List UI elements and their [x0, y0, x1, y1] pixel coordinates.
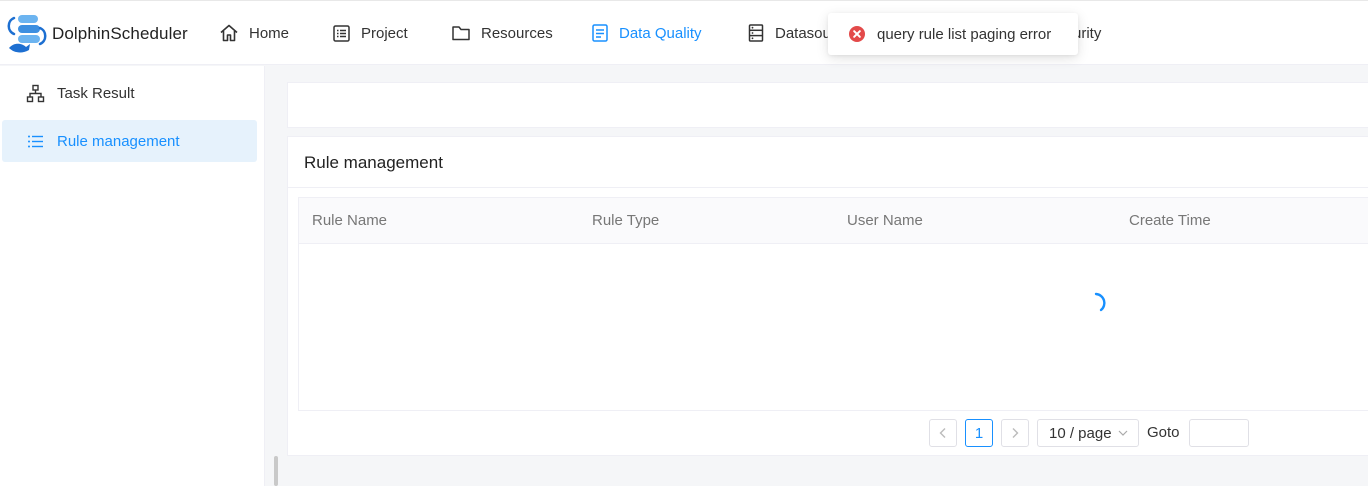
list-icon — [28, 135, 43, 147]
sidebar-item-rule-management[interactable]: Rule management — [2, 120, 257, 162]
column-header-user-name[interactable]: User Name — [847, 198, 923, 244]
loading-spinner-icon — [1094, 292, 1106, 312]
nav-data-quality-label: Data Quality — [619, 24, 702, 42]
sidebar: Task Result Rule management — [0, 66, 265, 486]
nav-home[interactable]: Home — [219, 1, 289, 65]
column-header-rule-type[interactable]: Rule Type — [592, 198, 659, 244]
nav-data-quality[interactable]: Data Quality — [591, 1, 702, 65]
rule-management-panel: Rule management Rule Name Rule Type User… — [287, 136, 1368, 456]
error-toast: query rule list paging error — [828, 13, 1078, 55]
logo[interactable]: DolphinScheduler — [4, 14, 188, 54]
nav-datasource-label: Datasou — [775, 24, 831, 42]
nav-resources-label: Resources — [481, 24, 553, 42]
column-header-rule-name[interactable]: Rule Name — [312, 198, 387, 244]
nav-project[interactable]: Project — [332, 1, 408, 65]
chevron-left-icon — [939, 428, 946, 438]
next-page-button[interactable] — [1001, 419, 1029, 447]
nav-resources[interactable]: Resources — [451, 1, 553, 65]
goto-page-input[interactable] — [1189, 419, 1249, 447]
column-header-create-time[interactable]: Create Time — [1129, 198, 1211, 244]
table-header: Rule Name Rule Type User Name Create Tim… — [299, 198, 1368, 244]
sidebar-item-task-result[interactable]: Task Result — [2, 72, 257, 114]
chevron-down-icon — [1118, 430, 1128, 436]
app-name: DolphinScheduler — [52, 24, 188, 43]
top-header: DolphinScheduler Home Project Resources … — [0, 0, 1368, 65]
chevron-right-icon — [1012, 428, 1019, 438]
folder-icon — [452, 26, 470, 41]
project-icon — [333, 24, 350, 42]
rule-table: Rule Name Rule Type User Name Create Tim… — [298, 197, 1368, 411]
sidebar-item-label: Rule management — [57, 132, 180, 150]
search-panel — [287, 82, 1368, 128]
task-result-icon — [26, 84, 45, 102]
nav-home-label: Home — [249, 24, 290, 42]
dolphin-logo-icon — [4, 14, 50, 54]
page-size-select[interactable]: 10 / page — [1037, 419, 1139, 447]
nav-project-label: Project — [361, 24, 408, 42]
page-size-value: 10 / page — [1049, 424, 1112, 442]
divider — [288, 187, 1368, 188]
nav-datasource[interactable]: Datasou — [747, 1, 831, 65]
page-button-1[interactable]: 1 — [965, 419, 993, 447]
error-icon — [849, 26, 865, 42]
toast-message: query rule list paging error — [877, 25, 1052, 43]
page-title: Rule management — [304, 153, 443, 172]
goto-label: Goto — [1147, 424, 1180, 441]
data-quality-icon — [592, 24, 608, 42]
sidebar-item-label: Task Result — [57, 84, 135, 102]
home-icon — [220, 24, 238, 42]
sidebar-resize-handle[interactable] — [274, 456, 278, 486]
datasource-icon — [748, 24, 764, 42]
prev-page-button[interactable] — [929, 419, 957, 447]
